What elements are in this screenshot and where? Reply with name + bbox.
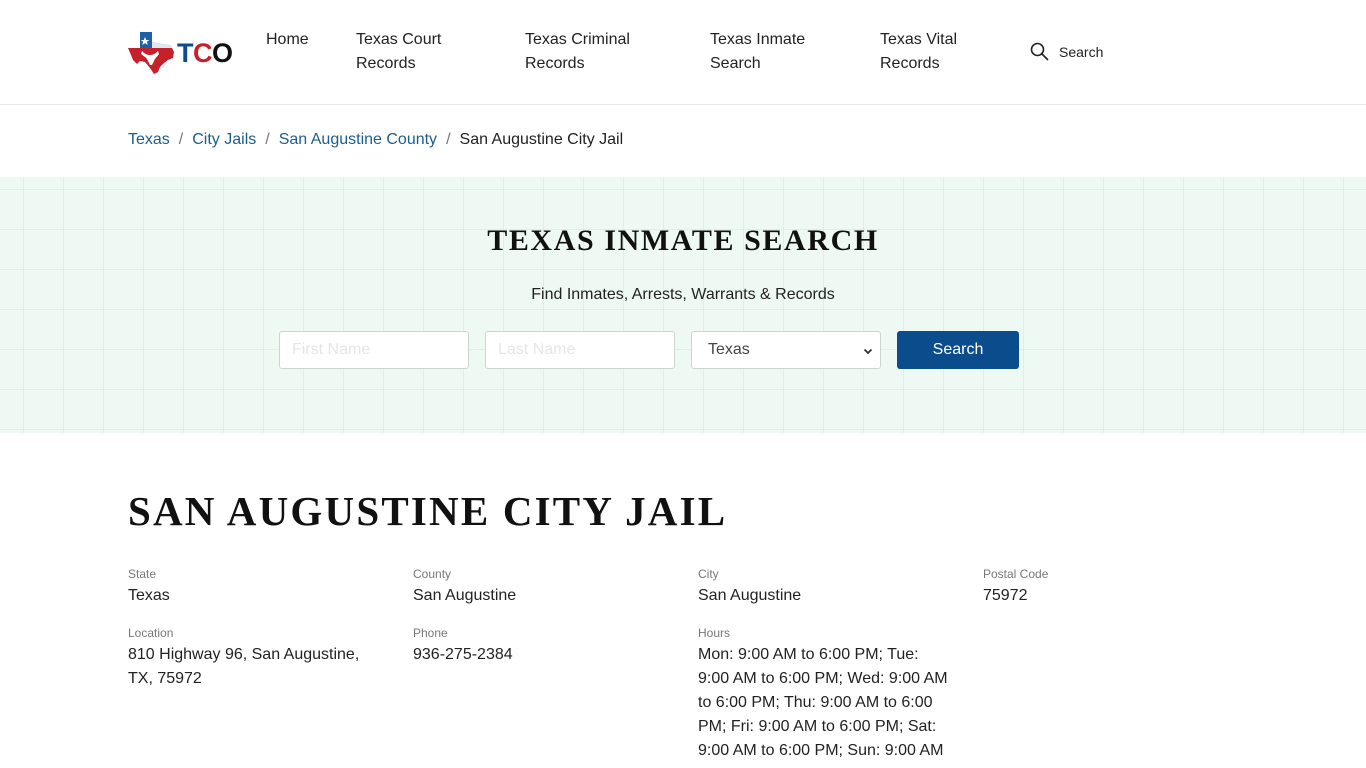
field-value: Mon: 9:00 AM to 6:00 PM; Tue: 9:00 AM to… — [698, 646, 948, 759]
field-state: State Texas — [128, 566, 378, 608]
breadcrumb-county[interactable]: San Augustine County — [279, 130, 437, 150]
logo-text: TCO — [177, 38, 233, 69]
logo-letter: T — [177, 37, 194, 68]
field-value: San Augustine — [413, 587, 517, 604]
chevron-down-icon — [863, 348, 873, 355]
texas-flag-icon — [128, 32, 174, 74]
inmate-search-section: TEXAS INMATE SEARCH Find Inmates, Arrest… — [0, 177, 1366, 433]
search-section-title: TEXAS INMATE SEARCH — [487, 224, 879, 257]
nav-texas-criminal-records[interactable]: Texas Criminal Records — [525, 28, 645, 76]
field-value: Texas — [128, 587, 170, 604]
search-button[interactable]: Search — [897, 331, 1019, 369]
first-name-input[interactable] — [279, 331, 469, 369]
field-postal-code: Postal Code 75972 — [983, 566, 1233, 608]
nav-texas-court-records[interactable]: Texas Court Records — [356, 28, 466, 76]
search-icon — [1030, 42, 1049, 61]
breadcrumb-texas[interactable]: Texas — [128, 130, 170, 150]
field-city: City San Augustine — [698, 566, 948, 608]
breadcrumb-separator: / — [178, 131, 184, 148]
field-label: Location — [128, 626, 174, 640]
nav-texas-vital-records[interactable]: Texas Vital Records — [880, 28, 980, 76]
field-label: City — [698, 567, 719, 581]
search-section-subtitle: Find Inmates, Arrests, Warrants & Record… — [531, 286, 835, 303]
field-label: County — [413, 567, 452, 581]
field-label: Postal Code — [983, 567, 1049, 581]
field-label: State — [128, 567, 157, 581]
state-select-value: Texas — [708, 341, 750, 358]
nav-home[interactable]: Home — [266, 28, 326, 52]
field-value: 75972 — [983, 587, 1028, 604]
site-logo[interactable]: TCO — [128, 30, 233, 74]
field-value: 810 Highway 96, San Augustine, TX, 75972 — [128, 646, 360, 687]
inmate-search-form: Texas Search — [279, 331, 1019, 369]
field-county: County San Augustine — [413, 566, 663, 608]
logo-letter: C — [193, 37, 213, 68]
field-location: Location 810 Highway 96, San Augustine, … — [128, 625, 373, 691]
breadcrumb: Texas / City Jails / San Augustine Count… — [128, 130, 623, 150]
breadcrumb-city-jails[interactable]: City Jails — [192, 130, 256, 150]
nav-search-label: Search — [1059, 43, 1104, 60]
breadcrumb-separator: / — [446, 131, 451, 148]
field-phone-value[interactable]: 936-275-2384 — [413, 643, 663, 667]
last-name-input[interactable] — [485, 331, 675, 369]
field-hours: Hours Mon: 9:00 AM to 6:00 PM; Tue: 9:00… — [698, 625, 953, 763]
breadcrumb-current: San Augustine City Jail — [459, 131, 624, 148]
field-label: Phone — [413, 626, 448, 640]
state-select[interactable]: Texas — [691, 331, 881, 369]
field-phone: Phone 936-275-2384 — [413, 625, 663, 667]
logo-letter: O — [212, 37, 233, 68]
field-value: San Augustine — [698, 587, 802, 604]
nav-texas-inmate-search[interactable]: Texas Inmate Search — [710, 28, 820, 76]
breadcrumb-separator: / — [265, 131, 270, 148]
nav-search-button[interactable]: Search — [1030, 42, 1103, 61]
field-label: Hours — [698, 626, 731, 640]
page-title: SAN AUGUSTINE CITY JAIL — [128, 488, 728, 534]
site-header: TCO Home Texas Court Records Texas Crimi… — [0, 0, 1366, 105]
